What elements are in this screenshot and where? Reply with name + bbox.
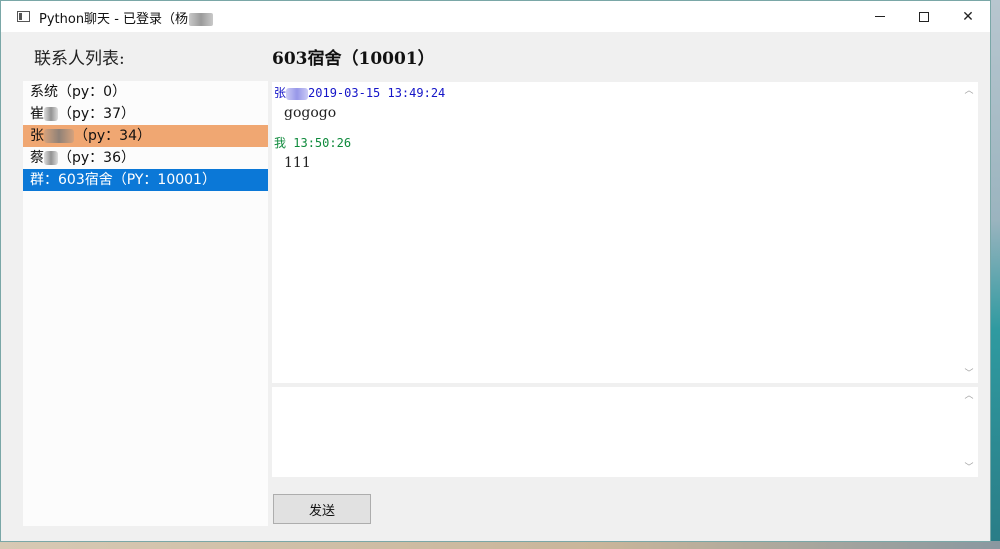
desktop-background-right [990,0,1000,549]
redacted-name-patch [44,129,74,143]
redacted-name-patch [286,87,309,100]
redacted-name-patch [189,13,214,26]
message-time: 2019-03-15 13:49:24 [308,86,446,100]
contact-name: 崔 [30,106,44,122]
contact-name: 蔡 [30,150,44,166]
contact-name: 群：603宿舍 [30,172,113,188]
title-bar[interactable]: Python聊天 - 已登录（杨 ✕ [1,1,990,32]
contact-name: 系统 [30,84,58,100]
message-history[interactable] [272,82,960,383]
contact-id: （py：34） [74,128,151,144]
contact-item-zhang[interactable]: 张 （py：34） [23,125,268,147]
message-history-scrollbar[interactable]: ︿ ﹀ [960,82,978,383]
message-input[interactable] [272,387,960,477]
redacted-name-patch [44,107,58,121]
room-title: 603宿舍（10001） [272,49,435,69]
close-icon: ✕ [962,8,974,25]
contact-name: 张 [30,128,44,144]
scroll-down-icon[interactable]: ﹀ [964,463,974,473]
message-input-scrollbar[interactable]: ︿ ﹀ [960,387,978,477]
close-button[interactable]: ✕ [945,1,991,32]
contact-id: （py：0） [58,84,127,100]
message-sender: 张 [274,86,287,100]
contact-id: （py：37） [58,106,135,122]
scroll-up-icon[interactable]: ︿ [964,391,974,401]
scroll-down-icon[interactable]: ﹀ [964,369,974,379]
contact-item-cui[interactable]: 崔 （py：37） [23,103,268,125]
app-window-icon [17,11,30,22]
message-header: 我 13:50:26 [274,134,351,151]
contact-list[interactable]: 系统（py：0） 崔 （py：37） 张 （py：34） 蔡 （py：36） 群：60… [23,81,268,526]
redacted-name-patch [44,151,58,165]
maximize-button[interactable] [901,1,947,32]
contact-item-group-603[interactable]: 群：603宿舍（PY：10001） [23,169,268,191]
message-header: 张 2019-03-15 13:49:24 [274,84,445,101]
contact-item-system[interactable]: 系统（py：0） [23,81,268,103]
desktop-background-bottom [0,541,1000,549]
contacts-heading: 联系人列表: [34,49,125,69]
message-time: 13:50:26 [293,136,352,150]
scroll-up-icon[interactable]: ︿ [964,86,974,96]
contact-item-cai[interactable]: 蔡 （py：36） [23,147,268,169]
minimize-button[interactable] [857,1,903,32]
window-title: Python聊天 - 已登录（杨 [39,8,214,27]
message-text: gogogo [284,105,337,121]
message-text: 111 [284,155,311,171]
send-button[interactable]: 发送 [273,494,371,524]
minimize-icon [875,16,885,17]
maximize-icon [919,11,929,22]
contact-id: （py：36） [58,150,135,166]
contact-id: （PY：10001） [112,172,216,188]
message-sender: 我 [274,136,287,150]
